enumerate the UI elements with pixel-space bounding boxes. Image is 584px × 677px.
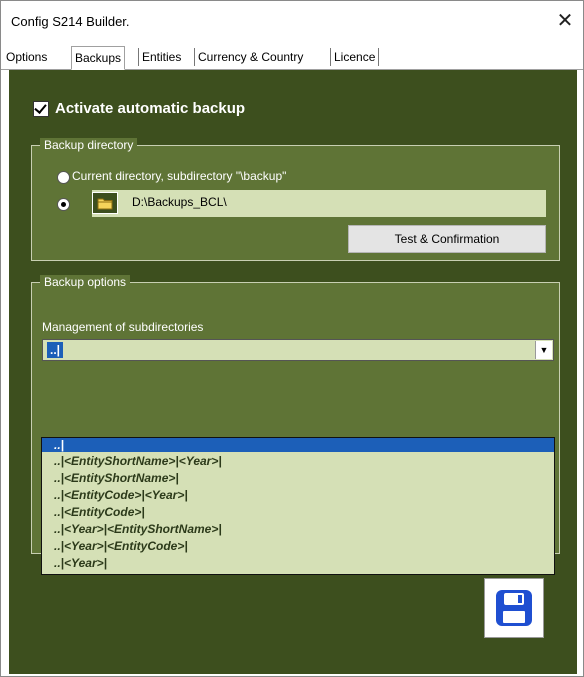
backup-options-title: Backup options [40, 275, 131, 289]
radio-custom-directory[interactable] [57, 198, 70, 211]
management-subdirectories-label: Management of subdirectories [42, 320, 204, 334]
backup-directory-group: Backup directory Current directory, subd… [31, 138, 560, 261]
combo-selected-value: ..| [47, 342, 64, 358]
dropdown-item[interactable]: ..|<EntityShortName>| [42, 471, 554, 485]
test-confirmation-button[interactable]: Test & Confirmation [348, 225, 546, 253]
dropdown-item[interactable]: ..|<EntityShortName>|<Year>| [42, 454, 554, 468]
activate-backup-checkbox[interactable]: Activate automatic backup [33, 100, 245, 117]
dropdown-item[interactable]: ..| [42, 438, 554, 452]
save-button[interactable] [484, 578, 544, 638]
dropdown-item[interactable]: ..|<EntityCode>|<Year>| [42, 488, 554, 502]
chevron-down-icon[interactable]: ▼ [535, 341, 552, 359]
dropdown-item[interactable]: ..|<EntityCode>| [42, 505, 554, 519]
backup-path-field: D:\Backups_BCL\ [92, 190, 546, 217]
save-icon [496, 590, 532, 626]
folder-icon [97, 198, 113, 209]
current-directory-label: Current directory, subdirectory "\backup… [72, 169, 287, 183]
dropdown-item[interactable]: ..|<Year>|<EntityShortName>| [42, 522, 554, 536]
backup-directory-title: Backup directory [40, 138, 138, 152]
tab-currency-country[interactable]: Currency & Country [194, 48, 306, 66]
tab-backups[interactable]: Backups [71, 46, 126, 70]
tab-options[interactable]: Options [3, 48, 50, 66]
dropdown-item[interactable]: ..|<Year>| [42, 556, 554, 570]
window-title: Config S214 Builder. [11, 14, 130, 29]
close-icon[interactable]: ✕ [551, 7, 579, 35]
backup-path-value: D:\Backups_BCL\ [132, 195, 227, 209]
config-window: Config S214 Builder. ✕ Options Backups E… [0, 0, 584, 677]
subdirectory-combo[interactable]: ..| ▼ [42, 339, 554, 361]
subdirectory-dropdown-list: ..| ..|<EntityShortName>|<Year>| ..|<Ent… [41, 437, 555, 575]
tab-bar: Options Backups Entities Currency & Coun… [1, 46, 583, 70]
tab-licence[interactable]: Licence [330, 48, 380, 66]
dropdown-item[interactable]: ..|<Year>|<EntityCode>| [42, 539, 554, 553]
tab-entities[interactable]: Entities [138, 48, 184, 66]
backups-panel: Activate automatic backup Backup directo… [9, 70, 577, 674]
radio-current-directory[interactable] [57, 171, 70, 184]
activate-backup-label: Activate automatic backup [55, 100, 246, 117]
title-bar: Config S214 Builder. ✕ [1, 1, 583, 41]
checkbox-checked-icon[interactable] [33, 100, 49, 117]
browse-folder-button[interactable] [92, 192, 118, 214]
